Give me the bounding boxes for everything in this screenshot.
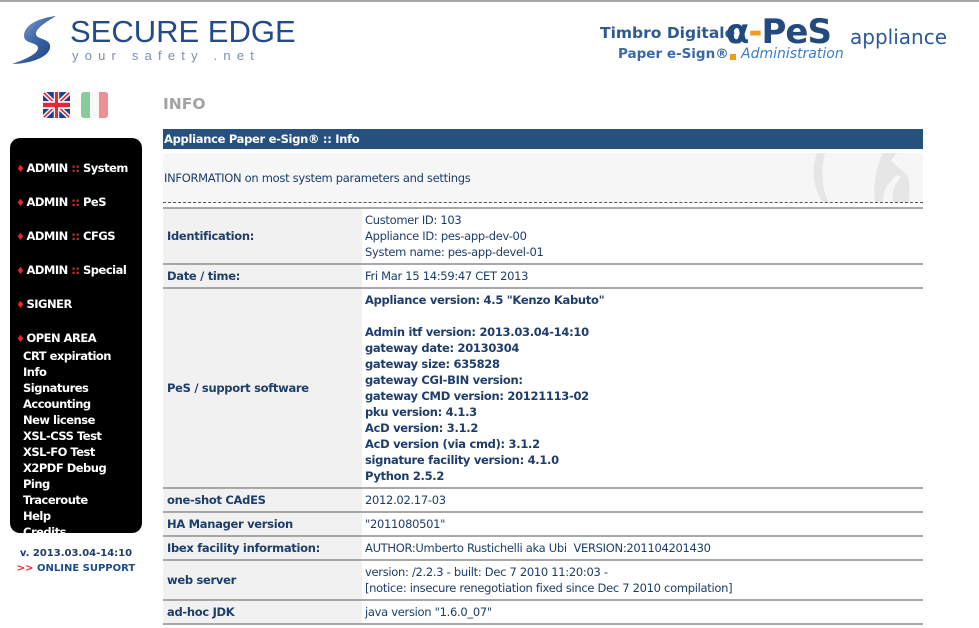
table-row-web-server: web server version: /2.2.3 - built: Dec … (163, 560, 923, 600)
sidebar-item-admin-cfgs[interactable]: ♦ ADMIN :: CFGS (16, 228, 142, 246)
software-line: gateway size: 635828 (365, 357, 500, 371)
sidebar-item-admin-special[interactable]: ♦ ADMIN :: Special (16, 262, 142, 280)
diamond-bullet-icon: ♦ (16, 266, 25, 277)
appliance-version: Appliance version: 4.5 "Kenzo Kabuto" (365, 293, 605, 307)
page-title: INFO (163, 95, 206, 113)
row-label: Date / time: (163, 264, 362, 288)
table-row-datetime: Date / time: Fri Mar 15 14:59:47 CET 201… (163, 264, 923, 288)
panel-description: INFORMATION on most system parameters an… (163, 153, 923, 203)
row-value: 2012.02.17-03 (362, 488, 923, 512)
panel-description-text: INFORMATION on most system parameters an… (164, 171, 471, 185)
software-line: AcD version: 3.1.2 (365, 421, 479, 435)
row-value: Appliance version: 4.5 "Kenzo Kabuto" Ad… (362, 288, 923, 488)
diamond-bullet-icon: ♦ (16, 334, 25, 345)
software-line: gateway date: 20130304 (365, 341, 520, 355)
table-row-ibex: Ibex facility information: AUTHOR:Umbert… (163, 536, 923, 560)
app-version: v. 2013.03.04-14:10 (19, 548, 133, 559)
italy-flag-icon[interactable] (81, 92, 108, 118)
row-value: version: /2.2.3 - built: Dec 7 2010 11:2… (362, 560, 923, 600)
sidebar-item-traceroute[interactable]: Traceroute (16, 492, 142, 508)
system-name: System name: pes-app-devel-01 (365, 245, 544, 259)
product-logo: Timbro Digitale α-PeS appliance Paper e-… (598, 12, 968, 66)
panel-title: Appliance Paper e-Sign® :: Info (163, 129, 923, 149)
web-server-version: version: /2.2.3 - built: Dec 7 2010 11:2… (365, 565, 608, 579)
row-value: java version "1.6.0_07" (362, 600, 923, 624)
sidebar-item-help[interactable]: Help (16, 508, 142, 524)
orange-square-icon (730, 54, 736, 60)
sidebar-item-new-license[interactable]: New license (16, 412, 142, 428)
software-line: Python 2.5.2 (365, 469, 445, 483)
row-label: PeS / support software (163, 288, 362, 488)
table-row-pes-software: PeS / support software Appliance version… (163, 288, 923, 488)
product-prefix: Timbro Digitale (600, 24, 736, 42)
uk-flag-icon[interactable] (43, 92, 70, 118)
software-line: gateway CGI-BIN version: (365, 373, 523, 387)
row-label: Ibex facility information: (163, 536, 362, 560)
diamond-bullet-icon: ♦ (16, 232, 25, 243)
sidebar-item-x2pdf-debug[interactable]: X2PDF Debug (16, 460, 142, 476)
brand-title: SECURE EDGE (70, 14, 296, 49)
row-label: one-shot CAdES (163, 488, 362, 512)
software-line: gateway CMD version: 20121113-02 (365, 389, 589, 403)
row-value: AUTHOR:Umberto Rustichelli aka Ubi VERSI… (362, 536, 923, 560)
row-value: Fri Mar 15 14:59:47 CET 2013 (362, 264, 923, 288)
customer-id: Customer ID: 103 (365, 213, 462, 227)
watermark-swoosh-icon (813, 153, 910, 202)
row-value: "2011080501" (362, 512, 923, 536)
table-row-cades: one-shot CAdES 2012.02.17-03 (163, 488, 923, 512)
product-suffix: appliance (850, 25, 947, 49)
sidebar-item-accounting[interactable]: Accounting (16, 396, 142, 412)
row-label: ad-hoc JDK (163, 600, 362, 624)
sidebar-item-info[interactable]: Info (16, 364, 142, 380)
system-info-table: Identification: Customer ID: 103 Applian… (163, 207, 923, 625)
product-line: Paper e-Sign® (618, 46, 729, 62)
secure-edge-swoosh-icon (12, 16, 56, 64)
sidebar-item-credits[interactable]: Credits (16, 524, 142, 540)
row-value: Customer ID: 103 Appliance ID: pes-app-d… (362, 208, 923, 264)
sidebar-menu: ♦ ADMIN :: System ♦ ADMIN :: PeS ♦ ADMIN ::… (10, 138, 142, 539)
sidebar-item-admin-pes[interactable]: ♦ ADMIN :: PeS (16, 194, 142, 212)
software-line: Admin itf version: 2013.03.04-14:10 (365, 325, 589, 339)
sidebar-item-signer[interactable]: ♦ SIGNER (16, 296, 142, 314)
table-row-identification: Identification: Customer ID: 103 Applian… (163, 208, 923, 264)
table-row-jdk: ad-hoc JDK java version "1.6.0_07" (163, 600, 923, 624)
sidebar-item-crt-expiration[interactable]: CRT expiration (16, 348, 142, 364)
diamond-bullet-icon: ♦ (16, 300, 25, 311)
software-line: signature facility version: 4.1.0 (365, 453, 559, 467)
online-support-link[interactable]: >> ONLINE SUPPORT (0, 563, 152, 574)
sidebar-item-admin-system[interactable]: ♦ ADMIN :: System (16, 160, 142, 178)
diamond-bullet-icon: ♦ (16, 164, 25, 175)
sidebar-item-xsl-fo-test[interactable]: XSL-FO Test (16, 444, 142, 460)
language-switcher (43, 92, 108, 118)
web-server-notice: [notice: insecure renegotiation fixed si… (365, 581, 733, 595)
row-label: HA Manager version (163, 512, 362, 536)
sidebar-item-signatures[interactable]: Signatures (16, 380, 142, 396)
software-line: AcD version (via cmd): 3.1.2 (365, 437, 540, 451)
appliance-id: Appliance ID: pes-app-dev-00 (365, 229, 527, 243)
diamond-bullet-icon: ♦ (16, 198, 25, 209)
brand-subtitle: your safety .net (72, 48, 261, 63)
software-line: pku version: 4.1.3 (365, 405, 477, 419)
product-section: Administration (741, 46, 844, 62)
secure-edge-logo[interactable]: SECURE EDGE your safety .net (10, 12, 296, 70)
double-arrow-icon: >> (16, 563, 34, 574)
table-row-ha-manager: HA Manager version "2011080501" (163, 512, 923, 536)
sidebar-item-ping[interactable]: Ping (16, 476, 142, 492)
row-label: Identification: (163, 208, 362, 264)
sidebar-item-open-area[interactable]: ♦ OPEN AREA (16, 330, 142, 348)
sidebar-item-xsl-css-test[interactable]: XSL-CSS Test (16, 428, 142, 444)
row-label: web server (163, 560, 362, 600)
